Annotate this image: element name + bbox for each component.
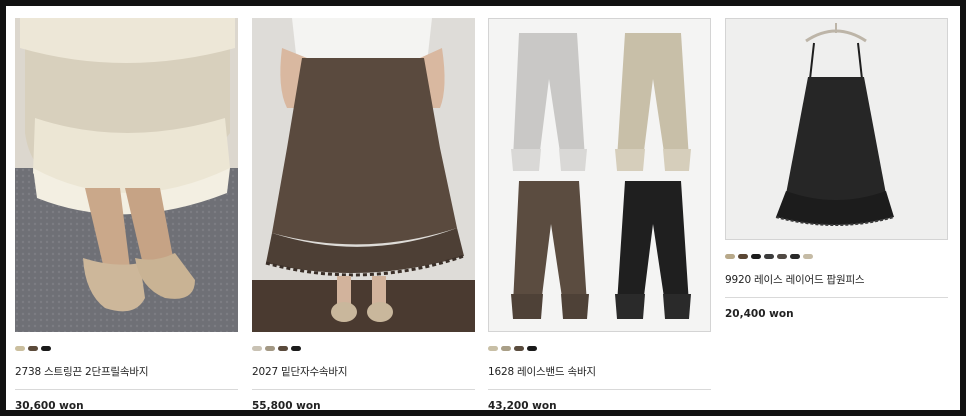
color-swatches: [15, 346, 238, 351]
product-name[interactable]: 9920 레이스 레이어드 팝원피스: [725, 272, 948, 287]
color-swatch: [278, 346, 288, 351]
product-price: 30,600 won: [15, 400, 84, 412]
color-swatches: [252, 346, 475, 351]
color-swatch: [41, 346, 51, 351]
color-swatch: [488, 346, 498, 351]
product-card[interactable]: 1628 레이스밴드 속바지 43,200 won: [488, 18, 711, 412]
product-image[interactable]: [488, 18, 711, 332]
product-image[interactable]: [252, 18, 475, 332]
color-swatch: [501, 346, 511, 351]
product-image[interactable]: [725, 18, 948, 240]
divider: [252, 389, 475, 390]
color-swatch: [28, 346, 38, 351]
product-price: 43,200 won: [488, 400, 557, 412]
color-swatch: [738, 254, 748, 259]
color-swatch: [15, 346, 25, 351]
product-grid: 2738 스트링끈 2단프릴속바지 30,600 won 2027 밑단자수속바…: [6, 6, 960, 412]
product-name[interactable]: 1628 레이스밴드 속바지: [488, 364, 711, 379]
color-swatch: [751, 254, 761, 259]
divider: [725, 297, 948, 298]
color-swatches: [725, 254, 948, 259]
color-swatch: [764, 254, 774, 259]
color-swatches: [488, 346, 711, 351]
color-swatch: [790, 254, 800, 259]
product-card[interactable]: 2738 스트링끈 2단프릴속바지 30,600 won: [15, 18, 238, 412]
divider: [15, 389, 238, 390]
product-price: 20,400 won: [725, 308, 794, 320]
color-swatch: [291, 346, 301, 351]
color-swatch: [527, 346, 537, 351]
product-price: 55,800 won: [252, 400, 321, 412]
color-swatch: [725, 254, 735, 259]
color-swatch: [252, 346, 262, 351]
color-swatch: [265, 346, 275, 351]
color-swatch: [803, 254, 813, 259]
color-swatch: [514, 346, 524, 351]
divider: [488, 389, 711, 390]
product-image[interactable]: [15, 18, 238, 332]
product-card[interactable]: 2027 밑단자수속바지 55,800 won: [252, 18, 475, 412]
product-card[interactable]: 9920 레이스 레이어드 팝원피스 20,400 won: [725, 18, 948, 320]
product-name[interactable]: 2738 스트링끈 2단프릴속바지: [15, 364, 238, 379]
color-swatch: [777, 254, 787, 259]
product-name[interactable]: 2027 밑단자수속바지: [252, 364, 475, 379]
